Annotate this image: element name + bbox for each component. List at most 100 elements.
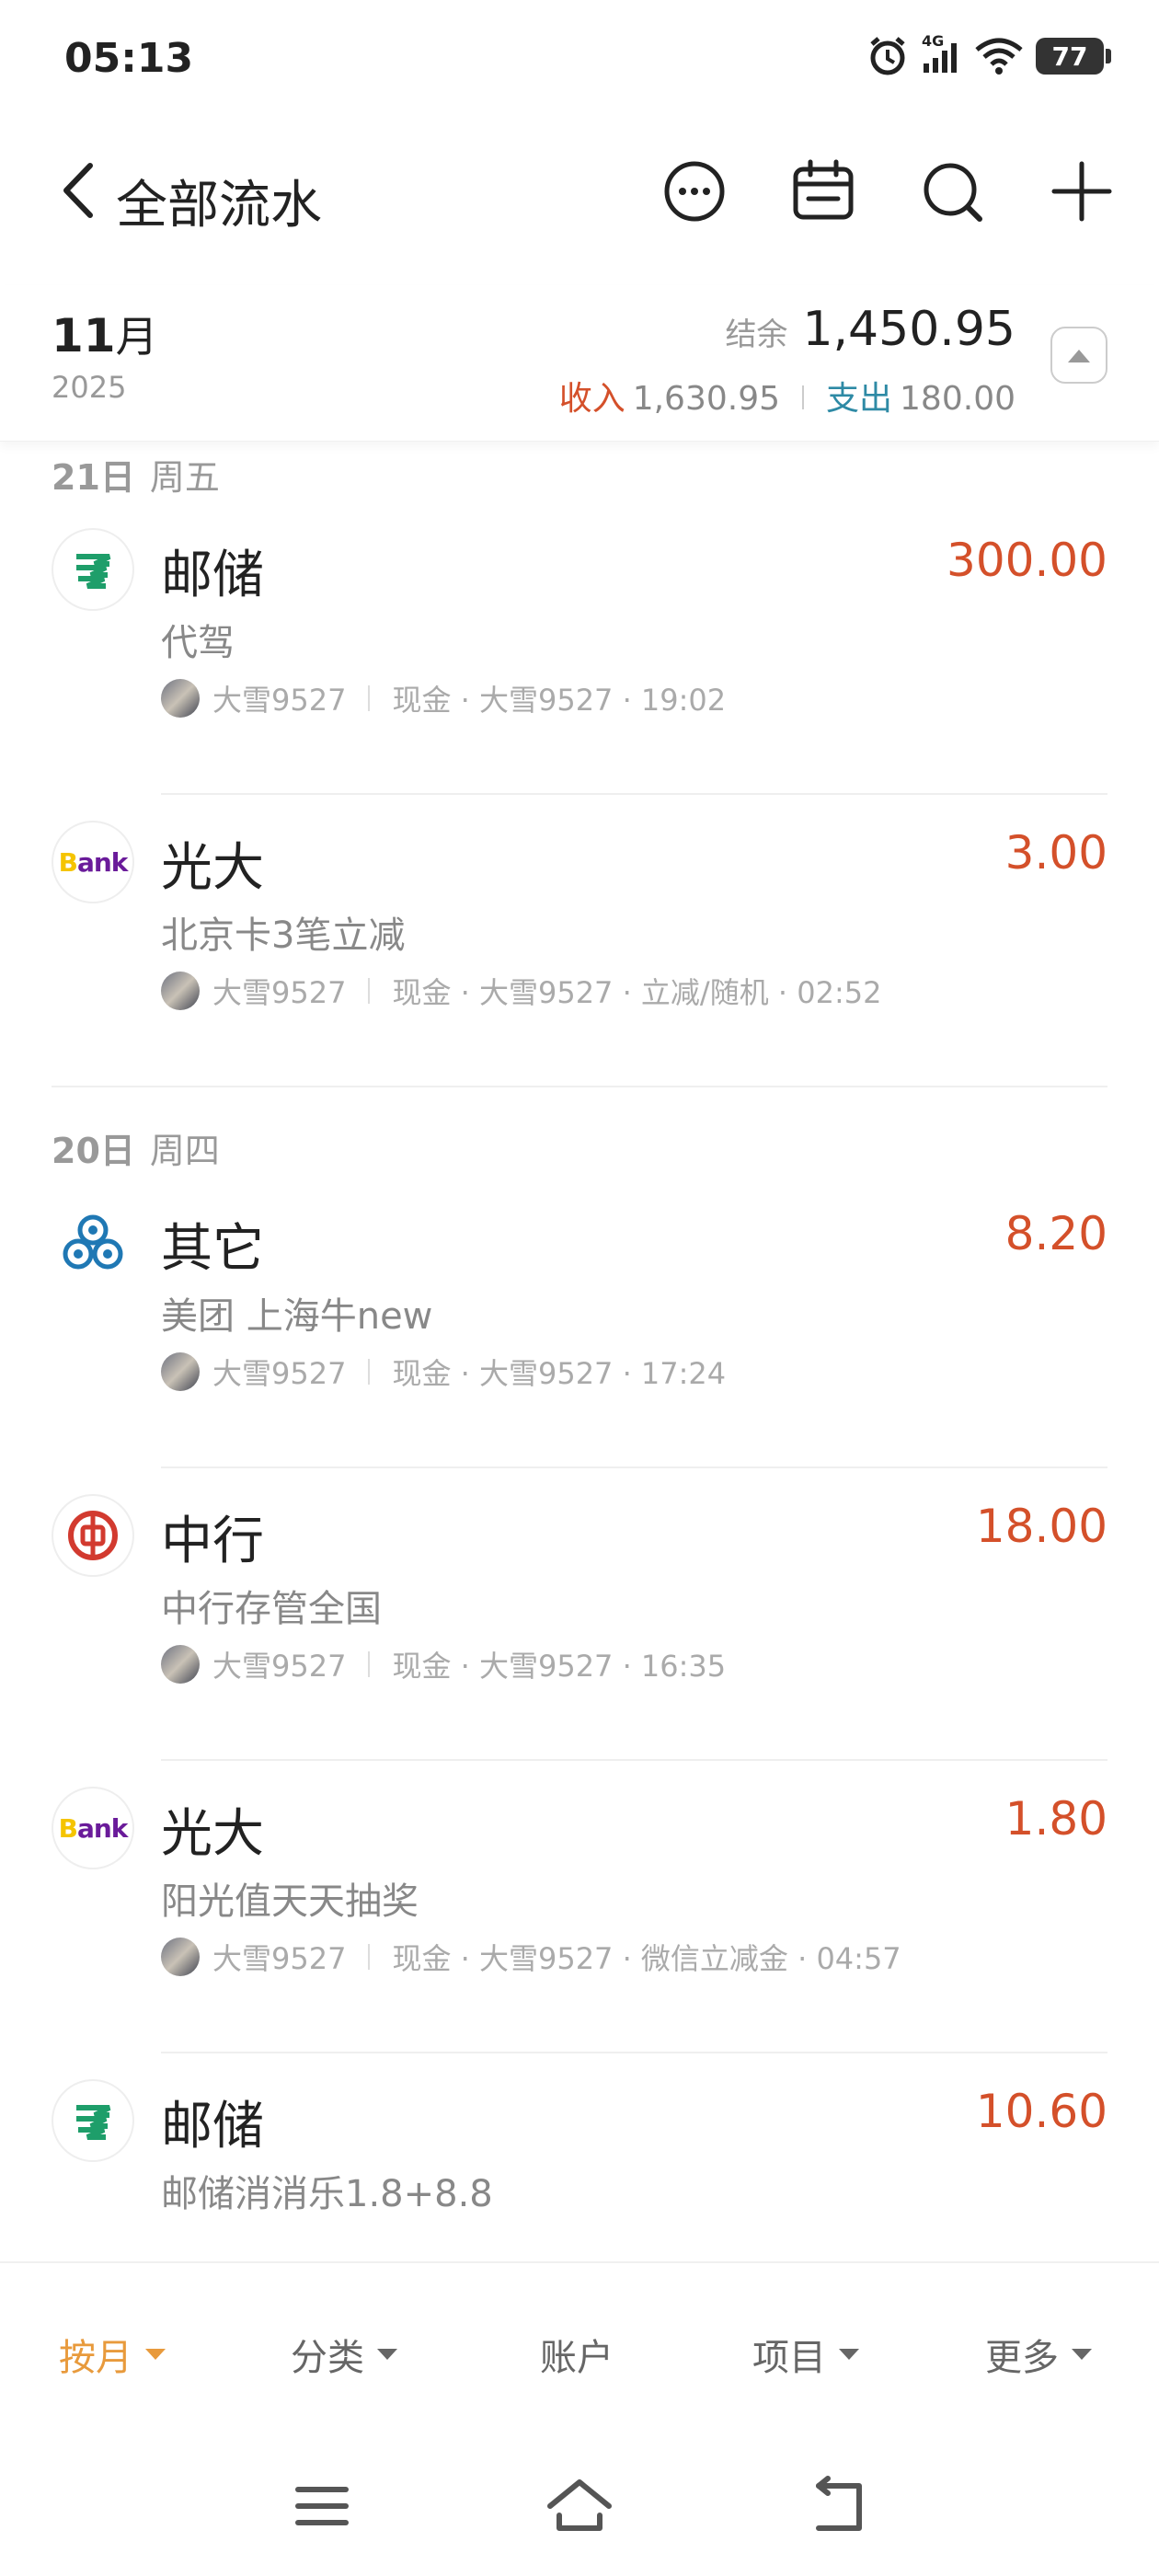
- filter-project-label: 项目: [752, 2337, 826, 2379]
- transaction-amount: 18.00: [975, 1500, 1107, 1553]
- calendar-icon[interactable]: [786, 155, 860, 228]
- transaction-meta: 大雪9527 现金 · 大雪9527 · 16:35: [161, 1643, 726, 1685]
- collapse-button[interactable]: [1050, 327, 1107, 384]
- avatar: [161, 1938, 200, 1976]
- filter-project[interactable]: 项目: [752, 2328, 859, 2381]
- menu-icon[interactable]: [285, 2469, 359, 2543]
- transaction-detail: 现金 · 大雪9527 · 立减/随机 · 02:52: [392, 975, 882, 1010]
- transaction-detail: 现金 · 大雪9527 · 16:35: [392, 1649, 727, 1684]
- transaction-amount: 8.20: [1004, 1207, 1107, 1260]
- status-time: 05:13: [64, 35, 194, 82]
- avatar: [161, 679, 200, 718]
- user-name: 大雪9527: [212, 683, 347, 718]
- transaction-detail: 现金 · 大雪9527 · 19:02: [392, 683, 727, 718]
- postal-savings-icon: [52, 528, 134, 611]
- transaction-amount: 10.60: [975, 2085, 1107, 2138]
- cellular-signal-icon: 4G: [922, 32, 962, 75]
- transaction-title: 光大: [161, 1804, 264, 1864]
- transaction-row[interactable]: Bank 光大 1.80 阳光值天天抽奖 大雪9527 现金 · 大雪9527 …: [0, 1761, 1159, 2053]
- search-icon[interactable]: [917, 155, 991, 228]
- transaction-title: 邮储: [161, 546, 264, 605]
- balance-label: 结余: [725, 316, 788, 353]
- row-divider: [52, 1086, 1107, 1087]
- month-number: 11: [52, 309, 116, 362]
- transaction-amount: 300.00: [947, 534, 1107, 587]
- page-title: 全部流水: [116, 176, 322, 236]
- bank-logo-icon: Bank: [52, 821, 134, 903]
- transaction-meta: 大雪9527 现金 · 大雪9527 · 19:02: [161, 677, 726, 719]
- income-label: 收入: [558, 380, 625, 418]
- user-name: 大雪9527: [212, 975, 347, 1010]
- expense-value: 180.00: [900, 380, 1016, 418]
- transaction-meta: 大雪9527 现金 · 大雪9527 · 17:24: [161, 1351, 726, 1393]
- transaction-title: 光大: [161, 838, 264, 898]
- meta-divider: [368, 1359, 371, 1385]
- filter-account-label: 账户: [540, 2337, 614, 2379]
- filter-by-month[interactable]: 按月: [59, 2328, 166, 2381]
- year-label: 2025: [52, 370, 127, 405]
- user-name: 大雪9527: [212, 1649, 347, 1684]
- user-name: 大雪9527: [212, 1941, 347, 1976]
- avatar: [161, 1645, 200, 1684]
- back-icon[interactable]: [800, 2469, 874, 2543]
- back-arrow-icon[interactable]: [53, 158, 109, 223]
- filter-bar: 按月 分类 账户 项目 更多: [0, 2261, 1159, 2445]
- more-options-icon[interactable]: [658, 155, 731, 228]
- filter-account[interactable]: 账户: [540, 2328, 614, 2381]
- transaction-note: 中行存管全国: [161, 1588, 382, 1630]
- transaction-row[interactable]: 其它 8.20 美团 上海牛new 大雪9527 现金 · 大雪9527 · 1…: [0, 1176, 1159, 1468]
- transaction-title: 其它: [161, 1219, 264, 1279]
- caret-down-icon: [839, 2349, 859, 2360]
- filter-more[interactable]: 更多: [985, 2328, 1092, 2381]
- user-name: 大雪9527: [212, 1356, 347, 1391]
- transaction-row[interactable]: 中行 18.00 中行存管全国 大雪9527 现金 · 大雪9527 · 16:…: [0, 1468, 1159, 1761]
- balance-row: 结余 1,450.95: [725, 302, 1016, 357]
- income-expense-row: 收入 1,630.95 支出 180.00: [559, 372, 1016, 420]
- month-unit: 月: [115, 312, 158, 362]
- transaction-amount: 3.00: [1004, 826, 1107, 880]
- meta-divider: [368, 1651, 371, 1677]
- transaction-detail: 现金 · 大雪9527 · 17:24: [392, 1356, 727, 1391]
- transaction-amount: 1.80: [1004, 1792, 1107, 1846]
- filter-by-month-label: 按月: [59, 2337, 132, 2379]
- battery-indicator: 77: [1036, 38, 1111, 75]
- avatar: [161, 1352, 200, 1391]
- filter-category[interactable]: 分类: [291, 2328, 397, 2381]
- triangle-up-icon: [1068, 350, 1090, 362]
- day-header: 20日 周四: [0, 1115, 1159, 1176]
- meta-divider: [368, 1944, 371, 1970]
- expense-label: 支出: [826, 380, 893, 418]
- meta-divider: [368, 685, 371, 711]
- filter-more-label: 更多: [985, 2337, 1059, 2379]
- caret-down-icon: [1072, 2349, 1092, 2360]
- month-summary: 11月 2025 结余 1,450.95 收入 1,630.95 支出 180.…: [0, 285, 1159, 442]
- day-weekday: 周五: [149, 457, 220, 498]
- postal-savings-icon: [52, 2079, 134, 2162]
- month-label[interactable]: 11月: [52, 304, 158, 364]
- transaction-meta: 大雪9527 现金 · 大雪9527 · 立减/随机 · 02:52: [161, 970, 881, 1012]
- transaction-row[interactable]: 邮储 300.00 代驾 大雪9527 现金 · 大雪9527 · 19:02: [0, 502, 1159, 795]
- transaction-note: 美团 上海牛new: [161, 1295, 433, 1338]
- transaction-note: 代驾: [161, 622, 235, 664]
- wifi-icon: [975, 38, 1023, 75]
- meta-divider: [368, 978, 371, 1004]
- avatar: [161, 972, 200, 1010]
- transaction-row[interactable]: Bank 光大 3.00 北京卡3笔立减 大雪9527 现金 · 大雪9527 …: [0, 795, 1159, 1087]
- bank-of-china-icon: [52, 1494, 134, 1577]
- add-icon[interactable]: [1045, 155, 1119, 228]
- transaction-note: 邮储消消乐1.8+8.8: [161, 2173, 493, 2215]
- transaction-detail: 现金 · 大雪9527 · 微信立减金 · 04:57: [392, 1941, 901, 1976]
- transaction-title: 邮储: [161, 2097, 264, 2156]
- home-icon[interactable]: [543, 2469, 616, 2543]
- flow-divider: [802, 385, 805, 409]
- balance-value: 1,450.95: [802, 302, 1016, 357]
- bank-logo-icon: Bank: [52, 1787, 134, 1869]
- income-value: 1,630.95: [632, 380, 781, 418]
- filter-category-label: 分类: [291, 2337, 364, 2379]
- day-date: 21日: [52, 457, 135, 498]
- transaction-row[interactable]: 邮储 10.60 邮储消消乐1.8+8.8: [0, 2053, 1159, 2261]
- coins-icon: [52, 1202, 134, 1284]
- system-nav-bar: [0, 2445, 1159, 2576]
- day-date: 20日: [52, 1131, 135, 1171]
- transaction-note: 阳光值天天抽奖: [161, 1880, 419, 1923]
